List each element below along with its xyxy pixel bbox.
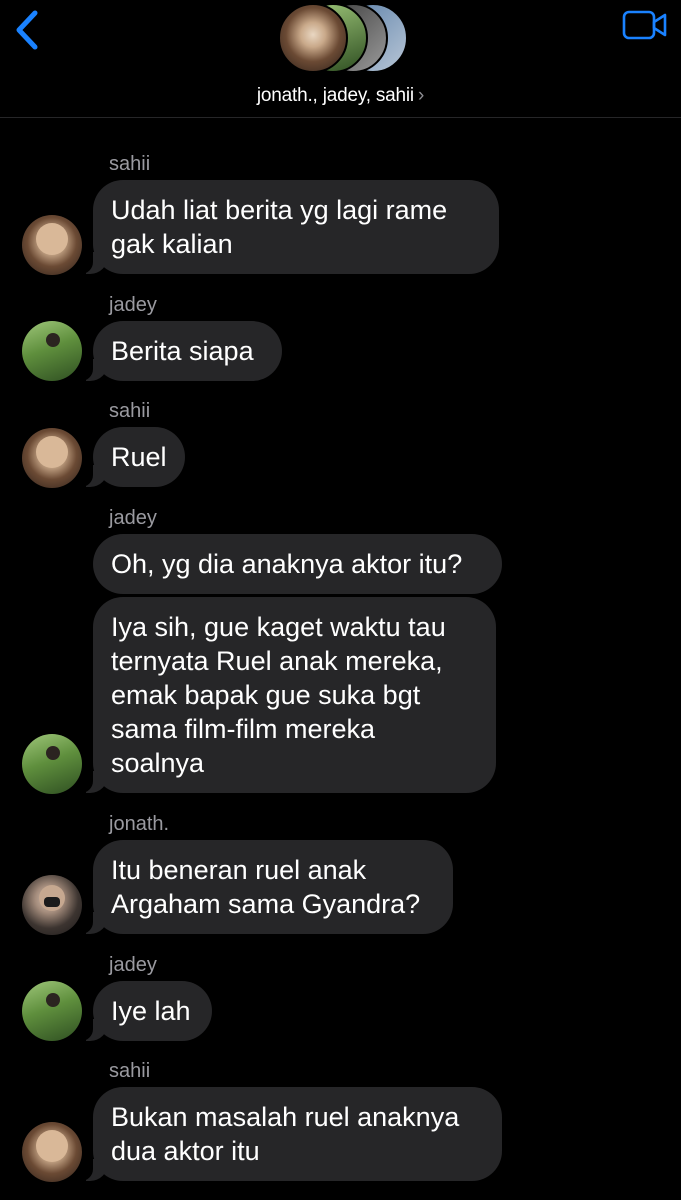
sender-avatar[interactable] <box>22 215 82 275</box>
conversation-title-text: jonath., jadey, sahii <box>256 85 414 106</box>
sender-avatar[interactable] <box>22 734 82 794</box>
conversation-title[interactable]: jonath., jadey, sahii › <box>0 85 681 107</box>
message-bubble[interactable]: Bukan masalah ruel anaknya dua aktor itu <box>79 1087 502 1181</box>
sender-name: jadey <box>109 954 157 976</box>
message-bubble[interactable]: Oh, yg dia anaknya aktor itu? <box>93 534 502 594</box>
video-call-button[interactable] <box>621 8 669 42</box>
message-bubble[interactable]: Iya sih, gue kaget waktu tau ternyata Ru… <box>79 597 496 793</box>
sender-avatar[interactable] <box>22 428 82 488</box>
sender-name: jadey <box>109 294 157 316</box>
sender-name: sahii <box>109 400 151 422</box>
chevron-right-icon: › <box>417 85 425 106</box>
sender-avatar[interactable] <box>22 981 82 1041</box>
message-bubble[interactable]: Ruel <box>79 427 185 487</box>
member-avatar <box>278 3 348 73</box>
video-camera-icon <box>622 10 667 40</box>
sender-name: jadey <box>109 507 157 529</box>
sender-avatar[interactable] <box>22 1122 82 1182</box>
message-bubble[interactable]: Udah liat berita yg lagi rame gak kalian <box>79 180 499 274</box>
sender-name: sahii <box>109 153 151 175</box>
sender-avatar[interactable] <box>22 875 82 935</box>
chevron-left-icon <box>16 10 38 50</box>
group-avatar-stack[interactable] <box>278 3 408 75</box>
message-bubble[interactable]: Berita siapa <box>79 321 282 381</box>
sender-avatar[interactable] <box>22 321 82 381</box>
sender-name: jonath. <box>109 813 170 835</box>
message-bubble[interactable]: Iye lah <box>79 981 212 1041</box>
back-button[interactable] <box>10 8 46 52</box>
message-bubble[interactable]: Itu beneran ruel anak Argaham sama Gyand… <box>79 840 453 934</box>
sender-name: sahii <box>109 1060 151 1082</box>
chat-header: jonath., jadey, sahii › <box>0 0 681 118</box>
